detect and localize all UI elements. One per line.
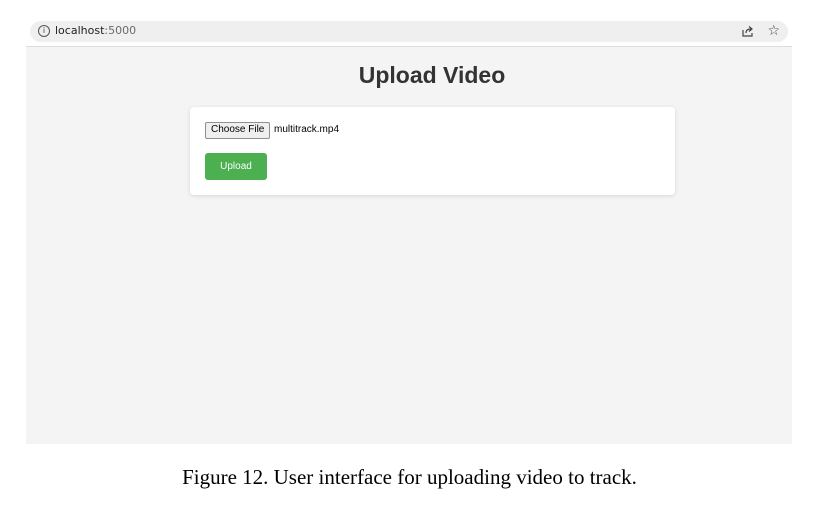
url-text[interactable]: localhost:5000 (55, 24, 136, 37)
url-port: :5000 (104, 24, 137, 37)
upload-button[interactable]: Upload (205, 153, 267, 180)
star-icon[interactable]: ☆ (767, 23, 780, 39)
browser-toolbar: i localhost:5000 ☆ (26, 18, 792, 47)
browser-screenshot: i localhost:5000 ☆ Upload Video Choose F… (26, 18, 792, 444)
figure-caption: Figure 12. User interface for uploading … (182, 465, 637, 489)
share-icon[interactable] (741, 25, 754, 38)
page-title: Upload Video (358, 62, 506, 88)
upload-form: Choose File multitrack.mp4 Upload (190, 107, 675, 195)
url-host: localhost (55, 24, 105, 37)
info-icon[interactable]: i (38, 25, 50, 37)
selected-file-name: multitrack.mp4 (274, 124, 340, 135)
choose-file-button[interactable]: Choose File (205, 122, 271, 139)
address-bar[interactable]: i localhost:5000 ☆ (30, 21, 788, 42)
